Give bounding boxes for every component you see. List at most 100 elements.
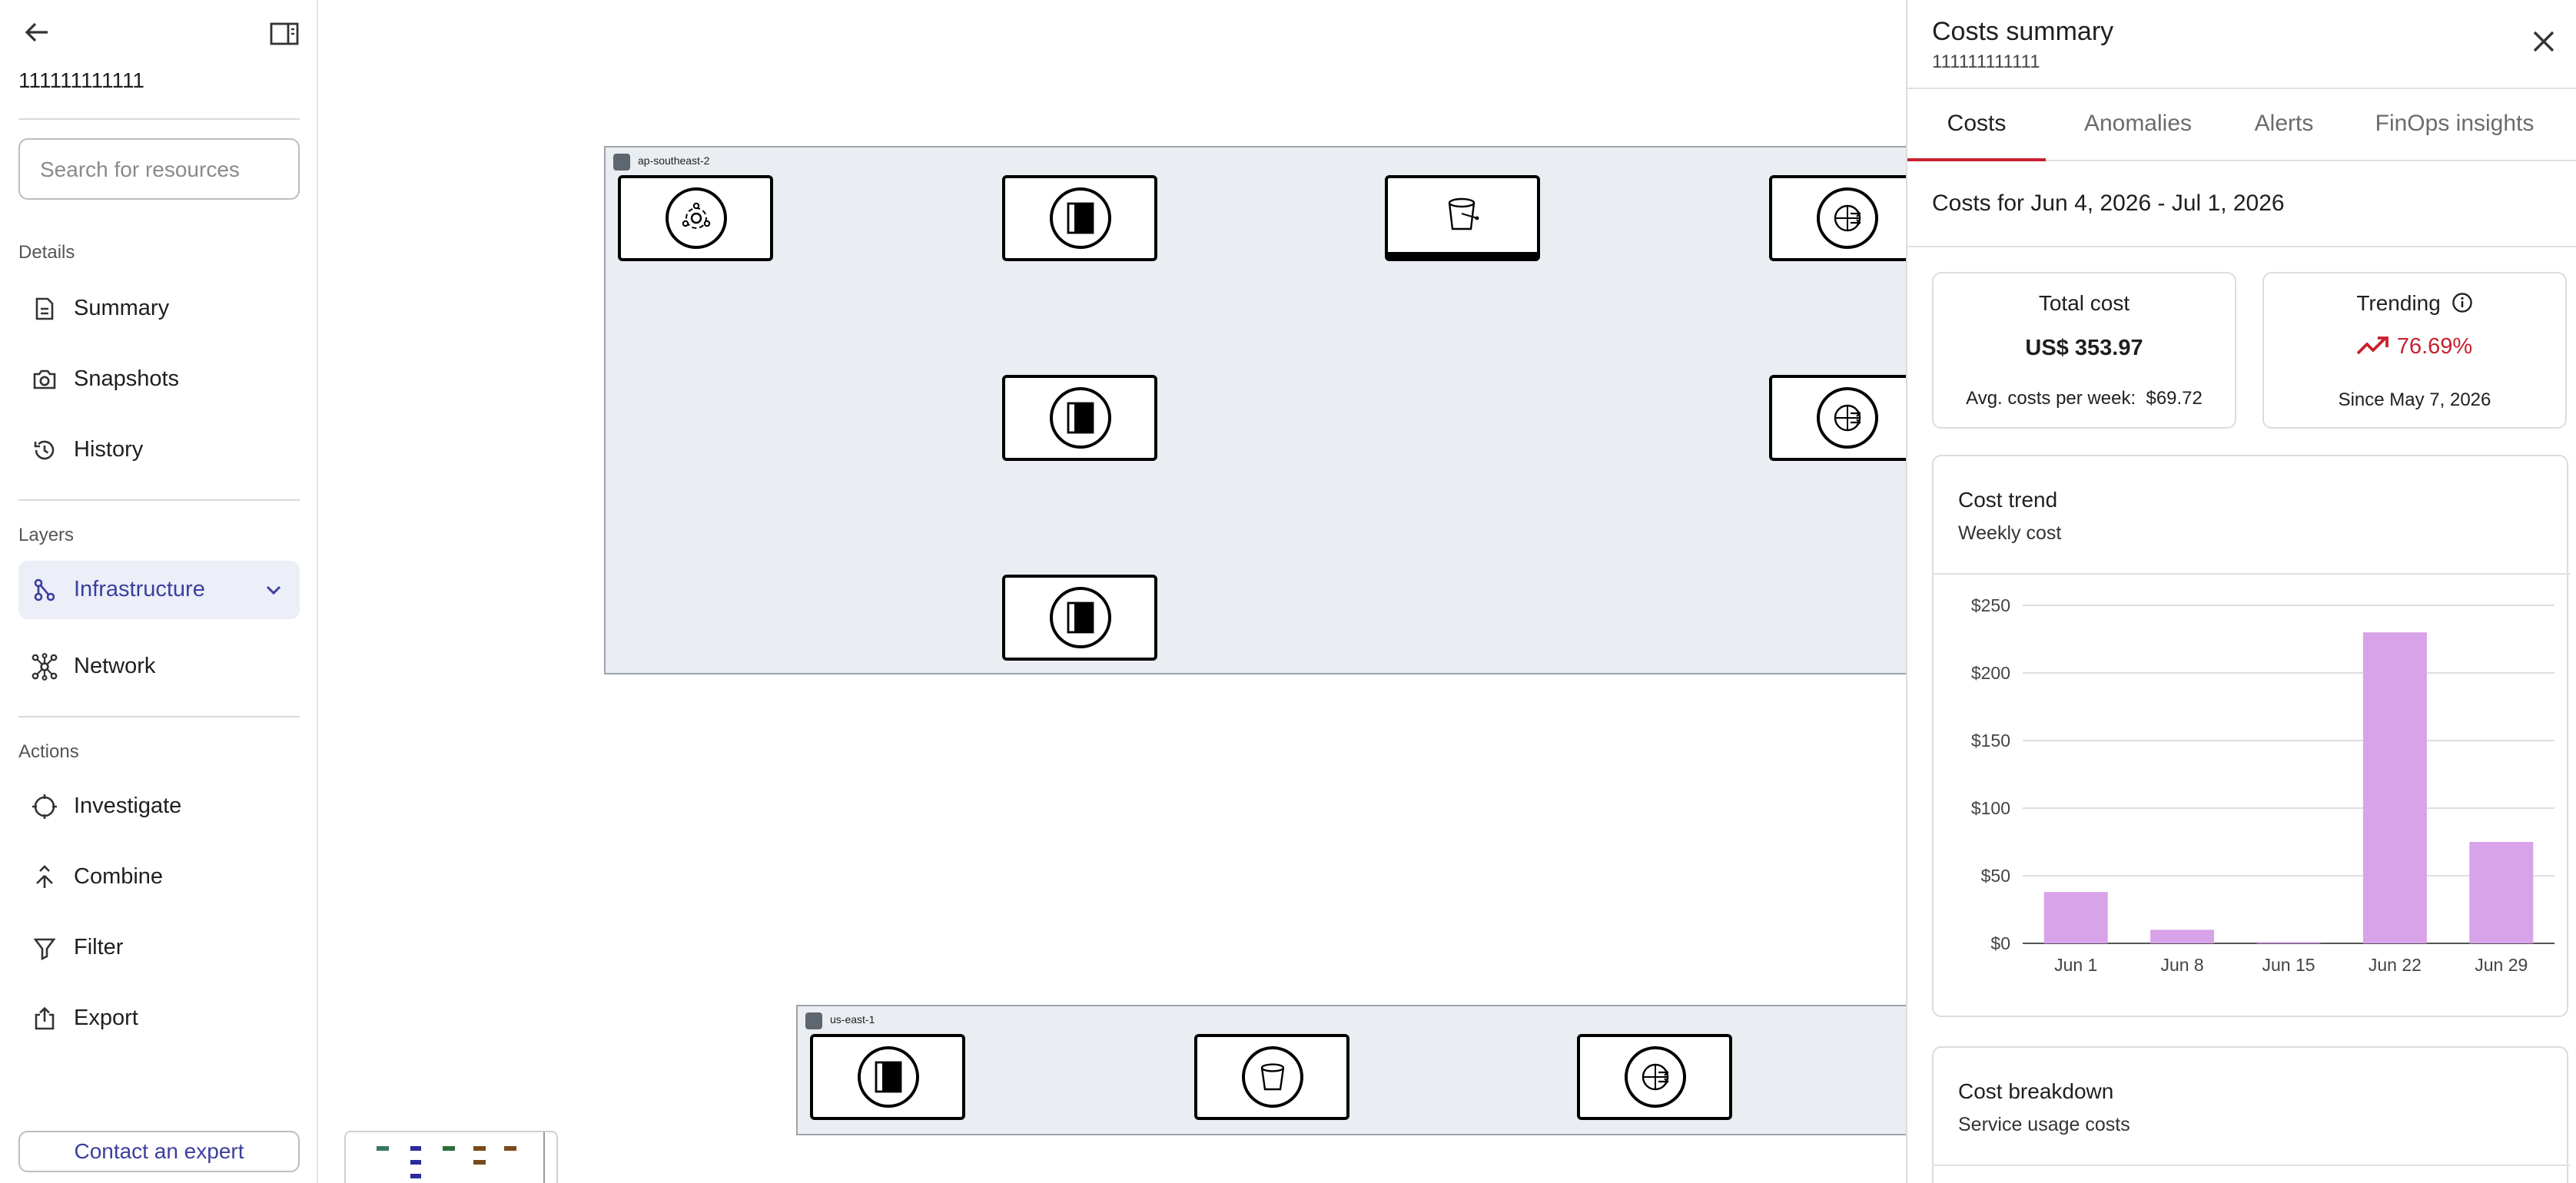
search-input[interactable]: Search for resources [18,138,300,200]
network-gateway-icon [1816,387,1877,449]
y-tick-label: $200 [1971,663,2010,683]
nav-item-infrastructure[interactable]: Infrastructure [18,561,300,619]
panel-subtitle: 111111111111 [1932,51,2040,72]
bucket-icon [1432,184,1493,246]
card-subtitle: Weekly cost [1958,522,2062,544]
divider [1934,1165,2570,1166]
trending-value: 76.69% [2264,335,2565,363]
close-icon[interactable] [2530,28,2558,55]
crosshair-icon [31,793,58,820]
nav-item-label: Infrastructure [74,578,205,602]
x-tick-label: Jun 29 [2475,955,2528,975]
nav-item-label: Investigate [74,794,182,819]
resource-node[interactable] [1769,375,1906,461]
resource-node[interactable] [618,175,773,261]
resource-node[interactable] [1577,1034,1732,1120]
info-icon[interactable] [2452,292,2473,318]
actions-section-label: Actions [18,741,79,762]
bar [2043,892,2108,943]
bar [2469,842,2534,943]
nav-item-investigate[interactable]: Investigate [18,777,300,836]
region-ap-southeast-2[interactable]: ap-southeast-2 [604,146,1906,674]
bar [2150,930,2215,943]
layers-section-label: Layers [18,524,75,545]
card-title: Trending [2264,290,2565,318]
bar [2256,942,2321,943]
card-title: Total cost [2038,290,2130,315]
nav-item-network[interactable]: Network [18,638,300,696]
nav-item-label: Summary [74,297,170,321]
minimap[interactable] [344,1131,558,1183]
tab-anomalies[interactable]: Anomalies [2053,89,2222,161]
nav-item-snapshots[interactable]: Snapshots [18,350,300,409]
total-cost-value: US$ 353.97 [2025,336,2143,361]
nav-item-combine[interactable]: Combine [18,848,300,906]
costs-summary-panel: Costs summary 111111111111 Costs Anomali… [1906,0,2576,1183]
network-gateway-icon [1624,1046,1685,1108]
resource-node[interactable] [1769,175,1906,261]
bucket-icon [1241,1046,1303,1108]
nav-item-export[interactable]: Export [18,989,300,1048]
card-title: Cost breakdown [1958,1079,2114,1103]
divider [18,716,300,717]
left-sidebar: 111111111111 Search for resources Detail… [0,0,318,1183]
y-tick-label: $0 [1990,933,2010,953]
resource-node[interactable] [1002,375,1157,461]
tab-finops-insights[interactable]: FinOps insights [2345,89,2564,161]
date-range: Costs for Jun 4, 2026 - Jul 1, 2026 [1932,191,2285,217]
x-tick-label: Jun 8 [2160,955,2203,975]
tab-alerts[interactable]: Alerts [2230,89,2338,161]
sidebar-header [18,18,300,46]
region-label: ap-southeast-2 [613,154,709,171]
region-label: us-east-1 [805,1012,875,1029]
resource-node[interactable] [1002,575,1157,661]
document-icon [31,295,58,323]
back-arrow-icon[interactable] [22,18,52,46]
chevron-down-icon[interactable] [263,579,284,601]
tab-costs[interactable]: Costs [1907,89,2046,161]
contact-expert-button[interactable]: Contact an expert [18,1131,300,1172]
toggle-panel-icon[interactable] [269,22,300,46]
x-tick-label: Jun 22 [2369,955,2422,975]
infrastructure-icon [31,576,58,604]
instance-icon [1049,187,1110,249]
trend-up-icon [2357,335,2391,363]
resource-node[interactable] [810,1034,965,1120]
panel-tabs: Costs Anomalies Alerts FinOps insights [1907,88,2576,161]
y-tick-label: $100 [1971,798,2010,818]
instance-icon [857,1046,918,1108]
y-tick-label: $150 [1971,731,2010,751]
instance-icon [1049,387,1110,449]
resource-node[interactable] [1194,1034,1349,1120]
details-section-label: Details [18,241,75,263]
nav-item-label: Export [74,1006,138,1031]
total-cost-card: Total cost US$ 353.97 Avg. costs per wee… [1932,272,2236,429]
nav-item-summary[interactable]: Summary [18,280,300,338]
trending-card: Trending 76.69% Since May 7, 2026 [2262,272,2567,429]
divider [18,118,300,120]
card-title: Cost trend [1958,487,2058,512]
resource-node[interactable] [1002,175,1157,261]
network-gateway-icon [1816,187,1877,249]
account-id: 111111111111 [18,68,145,92]
export-icon [31,1005,58,1032]
nav-item-label: Snapshots [74,367,180,392]
nav-item-label: Network [74,654,156,679]
nav-item-history[interactable]: History [18,421,300,479]
bar [2362,632,2427,943]
nav-item-label: Combine [74,865,164,890]
divider [1907,246,2576,247]
cost-trend-chart: $0 $50 $100 $150 $200 $250 Jun 1 Jun 8 Jun 15 Jun… [1971,595,2554,975]
avg-cost: Avg. costs per week: $69.72 [1966,387,2203,409]
x-tick-label: Jun 15 [2262,955,2315,975]
divider [1934,573,2570,575]
history-icon [31,436,58,464]
trending-since: Since May 7, 2026 [2338,389,2491,410]
nav-item-filter[interactable]: Filter [18,919,300,977]
resource-node-selected[interactable] [1385,175,1540,261]
diagram-canvas[interactable]: ap-southeast-2 us-east-1 [320,0,1906,1183]
region-flag-icon [805,1012,822,1029]
camera-icon [31,366,58,393]
divider [18,499,300,501]
y-tick-label: $250 [1971,595,2010,615]
